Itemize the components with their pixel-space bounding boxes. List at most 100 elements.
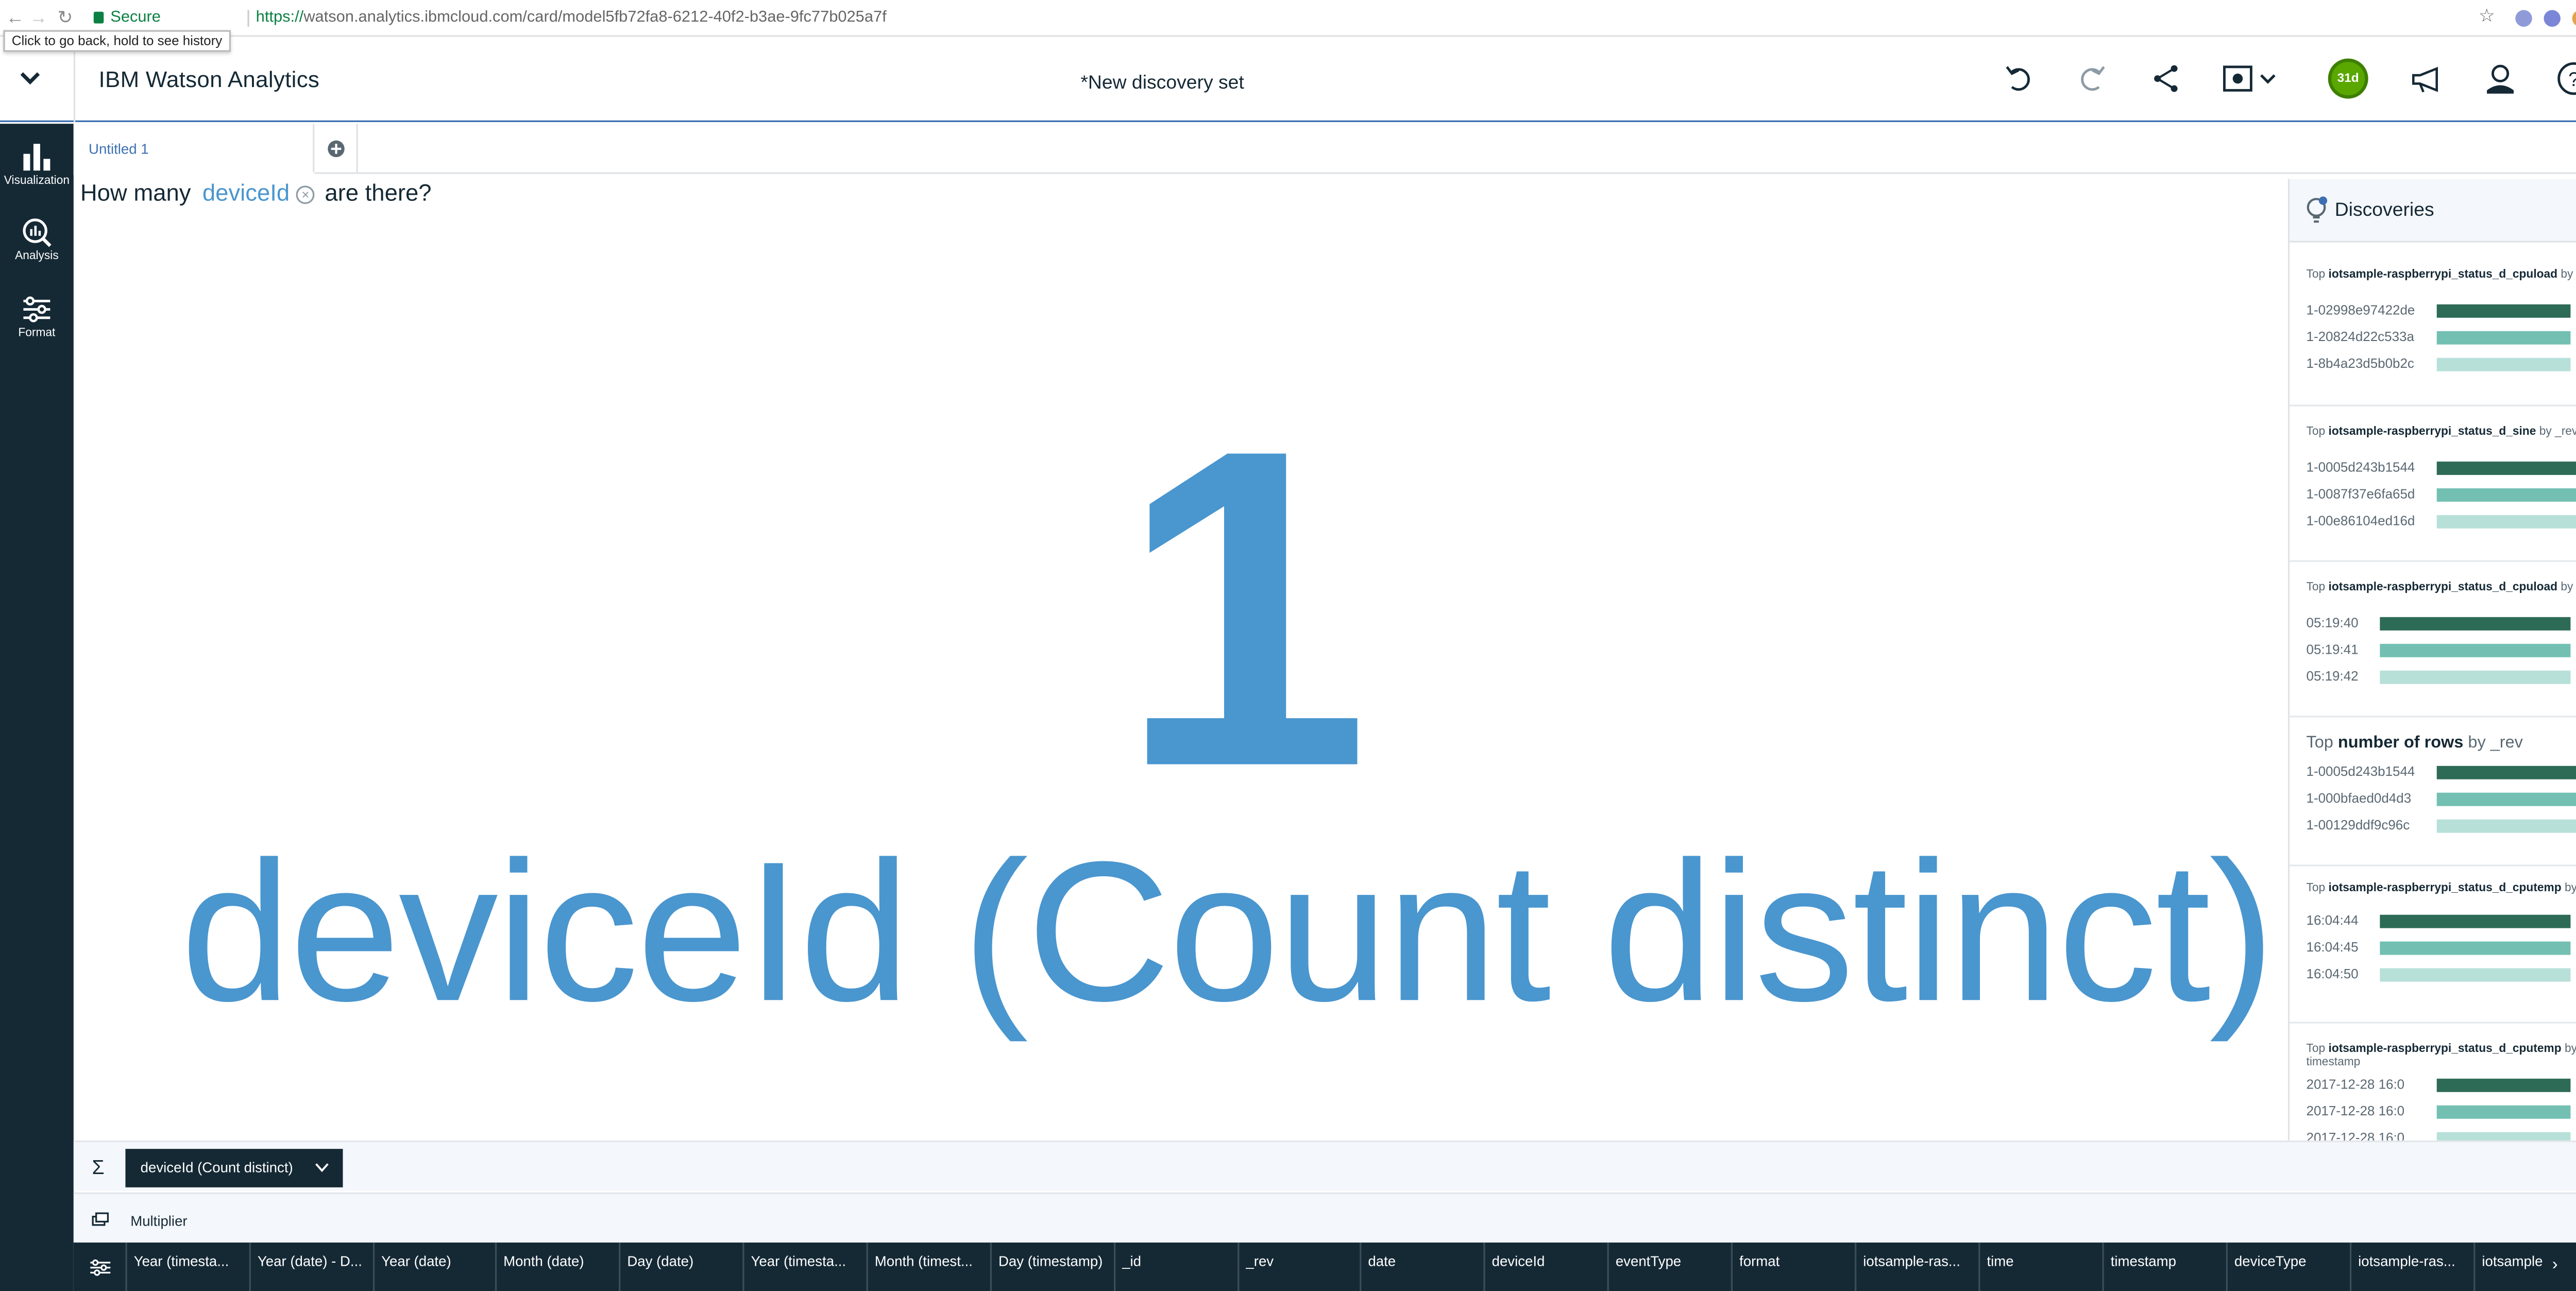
- discovery-row[interactable]: 16:04:4552.6: [2307, 940, 2576, 956]
- help-icon[interactable]: ?: [2555, 60, 2576, 97]
- discovery-row[interactable]: 2017-12-28 16:052.6: [2307, 1103, 2576, 1120]
- chevron-down-icon[interactable]: [16, 67, 43, 90]
- discovery-row[interactable]: 1-00129ddf9c96c1: [2307, 818, 2576, 834]
- discovery-row-bar: [2380, 617, 2571, 631]
- discovery-card-title: Top iotsample-raspberrypi_status_d_cpulo…: [2307, 582, 2576, 596]
- discovery-row-label: 1-000bfaed0d4d3: [2306, 791, 2412, 806]
- discovery-row[interactable]: 16:04:5052.6: [2307, 966, 2576, 983]
- discovery-card[interactable]: Top iotsample-raspberrypi_status_d_cpute…: [2290, 867, 2576, 1024]
- measure-pill[interactable]: deviceId (Count distinct): [125, 1149, 343, 1187]
- discovery-title-prefix: Top: [2306, 426, 2326, 438]
- address-bar[interactable]: Secure https://watson.analytics.ibmcloud…: [87, 5, 2505, 32]
- discovery-row[interactable]: 05:19:400.82: [2307, 616, 2576, 632]
- discovery-row-bar: [2380, 914, 2571, 928]
- add-tab-button[interactable]: [314, 124, 358, 174]
- column-settings-icon[interactable]: [89, 1258, 112, 1278]
- column-header[interactable]: iotsample-ras...: [2349, 1242, 2473, 1291]
- discovery-card-title: Top iotsample-raspberrypi_status_d_sine …: [2307, 427, 2576, 440]
- column-header[interactable]: iotsample-ras...: [1855, 1242, 1978, 1291]
- column-header[interactable]: eventType: [1607, 1242, 1731, 1291]
- discovery-row[interactable]: 1-000bfaed0d4d31: [2307, 791, 2576, 807]
- question-suffix: are there?: [325, 179, 432, 206]
- column-header[interactable]: Day (timestamp): [990, 1242, 1114, 1291]
- discovery-row[interactable]: 1-00e86104ed16d1: [2307, 514, 2576, 530]
- discovery-row-bar: [2436, 819, 2576, 833]
- multiplier-zone[interactable]: Multiplier: [73, 1192, 2576, 1243]
- column-header[interactable]: deviceType: [2226, 1242, 2350, 1291]
- discovery-row[interactable]: 2017-12-28 16:052.6: [2307, 1130, 2576, 1141]
- column-header[interactable]: time: [1978, 1242, 2102, 1291]
- nav-item-visualization[interactable]: Visualization: [0, 141, 74, 208]
- forward-icon[interactable]: →: [27, 7, 50, 30]
- share-icon[interactable]: [2147, 60, 2184, 97]
- column-header[interactable]: timestamp: [2102, 1242, 2226, 1291]
- discovery-title-prefix: Top: [2306, 1043, 2326, 1056]
- column-header[interactable]: iotsample: [2473, 1242, 2549, 1291]
- discovery-row[interactable]: 1-02998e97422de0.82: [2307, 303, 2576, 319]
- column-header[interactable]: _id: [1113, 1242, 1238, 1291]
- column-header[interactable]: Year (timesta...: [125, 1242, 249, 1291]
- question-token[interactable]: deviceId: [202, 179, 290, 206]
- discovery-card[interactable]: Top iotsample-raspberrypi_status_d_sine …: [2290, 406, 2576, 562]
- column-header[interactable]: Month (timest...: [866, 1242, 990, 1291]
- remove-token-icon[interactable]: ×: [296, 185, 315, 205]
- column-header[interactable]: Year (date): [372, 1242, 495, 1291]
- discovery-row[interactable]: 05:19:420.82: [2307, 669, 2576, 685]
- lightbulb-icon: [2307, 196, 2328, 223]
- discovery-row[interactable]: 1-0005d243b15441: [2307, 460, 2576, 477]
- url-path: watson.analytics.ibmcloud.com/card/model…: [303, 8, 887, 27]
- megaphone-icon[interactable]: [2409, 60, 2445, 97]
- discovery-row-bar: [2380, 968, 2571, 982]
- discovery-row-bar: [2436, 488, 2576, 502]
- discovery-title-prefix: Top: [2306, 734, 2333, 753]
- discovery-row[interactable]: 1-0087f37e6fa65d1: [2307, 487, 2576, 503]
- discovery-row-label: 16:04:45: [2306, 940, 2359, 955]
- discovery-card[interactable]: Top iotsample-raspberrypi_status_d_cpulo…: [2290, 249, 2576, 406]
- browser-toolbar: ← → ↻ Secure https://watson.analytics.ib…: [0, 0, 2576, 52]
- discovery-card[interactable]: Top number of rows by _rev 1-0005d243b154…: [2290, 718, 2576, 867]
- discovery-row-bar: [2436, 358, 2571, 371]
- nav-item-analysis[interactable]: Analysis: [0, 216, 74, 283]
- undo-icon[interactable]: [2000, 60, 2037, 97]
- column-header[interactable]: deviceId: [1483, 1242, 1607, 1291]
- discovery-row[interactable]: 16:04:4452.6: [2307, 913, 2576, 929]
- discovery-row[interactable]: 1-20824d22c533a0.82: [2307, 330, 2576, 346]
- discovery-row-label: 05:19:42: [2306, 669, 2359, 684]
- discovery-row[interactable]: 1-8b4a23d5b0b2c0.82: [2307, 356, 2576, 372]
- column-header[interactable]: format: [1731, 1242, 1855, 1291]
- nav-item-format[interactable]: Format: [0, 293, 74, 360]
- column-header[interactable]: _rev: [1238, 1242, 1360, 1291]
- bookmark-star-icon[interactable]: ☆: [2479, 5, 2495, 28]
- extension-icon[interactable]: [2572, 10, 2576, 27]
- back-icon[interactable]: ←: [3, 7, 26, 30]
- chevron-down-icon[interactable]: [314, 1162, 329, 1173]
- reload-icon[interactable]: ↻: [54, 7, 77, 30]
- discovery-row-label: 16:04:44: [2306, 913, 2359, 928]
- tab-untitled-1[interactable]: Untitled 1: [73, 124, 315, 176]
- extension-icon[interactable]: [2515, 10, 2532, 27]
- column-header[interactable]: Year (timesta...: [742, 1242, 866, 1291]
- redo-icon[interactable]: [2074, 60, 2110, 97]
- kpi-value: 1: [1118, 358, 1370, 861]
- discovery-row[interactable]: 1-0005d243b15441: [2307, 765, 2576, 781]
- discovery-card[interactable]: Top iotsample-raspberrypi_status_d_cpute…: [2290, 1024, 2576, 1141]
- discovery-row-label: 2017-12-28 16:0: [2306, 1103, 2405, 1119]
- snapshot-icon[interactable]: [2221, 60, 2281, 97]
- column-header[interactable]: Month (date): [495, 1242, 619, 1291]
- column-header[interactable]: Day (date): [619, 1242, 742, 1291]
- document-title[interactable]: *New discovery set: [995, 74, 1329, 94]
- summary-zone: Σ deviceId (Count distinct): [73, 1140, 2576, 1191]
- discovery-card[interactable]: Top iotsample-raspberrypi_status_d_cpulo…: [2290, 562, 2576, 718]
- user-icon[interactable]: [2482, 60, 2518, 97]
- extension-icon[interactable]: [2544, 10, 2561, 27]
- url-text[interactable]: https://watson.analytics.ibmcloud.com/ca…: [256, 5, 887, 32]
- discoveries-title: Discoveries: [2334, 200, 2434, 221]
- discovery-row[interactable]: 2017-12-28 16:052.6: [2307, 1077, 2576, 1094]
- discovery-row[interactable]: 05:19:410.82: [2307, 642, 2576, 659]
- chevron-right-icon[interactable]: ›: [2552, 1256, 2558, 1276]
- column-header[interactable]: date: [1360, 1242, 1483, 1291]
- visualization-area[interactable]: 1 deviceId (Count distinct): [74, 214, 2288, 1141]
- left-nav: Visualization Analysis Format: [0, 124, 74, 1291]
- column-header[interactable]: Year (date) - D...: [249, 1242, 373, 1291]
- trial-days-badge[interactable]: 31d: [2328, 58, 2368, 99]
